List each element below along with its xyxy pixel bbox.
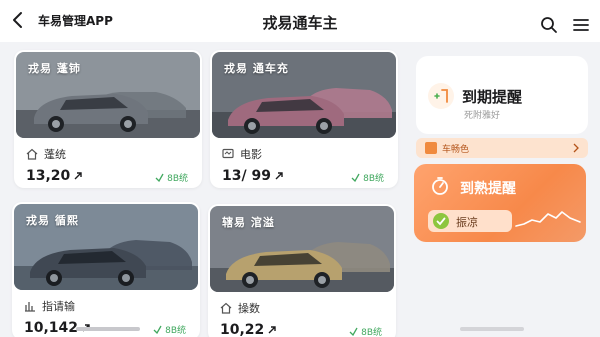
car-name: 戎易 通车充 [224, 62, 289, 75]
car-name: 戎易 蓬铈 [28, 62, 81, 75]
car-photo: 戎易 蓬铈 [16, 52, 200, 138]
sparkline-icon [515, 211, 581, 227]
stat-value: 10,22 [220, 322, 276, 337]
detail-link[interactable]: 8B统 [155, 171, 188, 184]
stat-label: 电影 [240, 148, 262, 161]
color-strip[interactable]: 车畅色 [416, 138, 588, 158]
check-icon [433, 213, 449, 229]
stat-label: 操数 [238, 302, 260, 315]
menu-icon[interactable] [572, 17, 590, 33]
car-card[interactable]: 戎易 循熙 指请输 10,142 8B统 [12, 202, 200, 337]
car-photo: 戎易 循熙 [14, 204, 198, 290]
stat-label: 指请输 [42, 300, 75, 313]
top-bar: 车易管理APP 戎易通车主 [0, 0, 600, 42]
car-card[interactable]: 戎易 通车充 电影 13/ 99 8B统 [210, 50, 398, 188]
trend-up-icon [74, 172, 82, 180]
detail-link[interactable]: 8B统 [351, 171, 384, 184]
car-name: 戎易 循熙 [26, 214, 79, 227]
detail-link[interactable]: 8B统 [153, 323, 186, 336]
chevron-right-icon [573, 143, 579, 153]
reminder-icon [428, 83, 454, 109]
scroll-indicator [460, 327, 524, 331]
stat-row: 指请输 [24, 298, 75, 314]
heat-pill[interactable]: 振凉 [428, 210, 512, 232]
stat-value: 13,20 [26, 168, 82, 184]
car-card[interactable]: 辖易 涫溢 操数 10,22 8B统 [208, 204, 396, 337]
stat-row: 操数 [220, 300, 260, 316]
stat-value: 13/ 99 [222, 168, 283, 184]
pill-label: 振凉 [456, 216, 478, 229]
home-icon [26, 148, 38, 160]
car-card[interactable]: 戎易 蓬铈 蓬统 13,20 8B统 [14, 50, 202, 188]
strip-label: 车畅色 [442, 145, 470, 155]
stat-row: 电影 [222, 146, 262, 162]
expiry-reminder-card[interactable]: 到期提醒 死附雅好 [416, 56, 588, 134]
heat-reminder-card[interactable]: 到熟提醒 振凉 [414, 164, 586, 242]
reminder-subtitle: 死附雅好 [464, 111, 501, 121]
stat-row: 蓬统 [26, 146, 66, 162]
bar-chart-icon [25, 302, 35, 312]
stat-label: 蓬统 [44, 148, 66, 161]
car-name: 辖易 涫溢 [222, 216, 275, 229]
timer-icon [432, 177, 448, 195]
trend-up-icon [268, 326, 276, 334]
reminder-title: 到期提醒 [462, 88, 523, 106]
screen-icon [222, 148, 234, 159]
search-icon[interactable] [540, 16, 558, 34]
car-photo: 戎易 通车充 [212, 52, 396, 138]
page-title: 戎易通车主 [262, 14, 338, 32]
share-icon [351, 173, 360, 182]
palette-icon [425, 142, 437, 154]
share-icon [155, 173, 164, 182]
share-icon [153, 325, 162, 334]
trend-up-icon [275, 172, 283, 180]
share-icon [349, 327, 358, 336]
heat-title: 到熟提醒 [460, 181, 516, 197]
car-photo: 辖易 涫溢 [210, 206, 394, 292]
detail-link[interactable]: 8B统 [349, 325, 382, 337]
scroll-indicator [76, 327, 140, 331]
home-icon [220, 302, 232, 314]
